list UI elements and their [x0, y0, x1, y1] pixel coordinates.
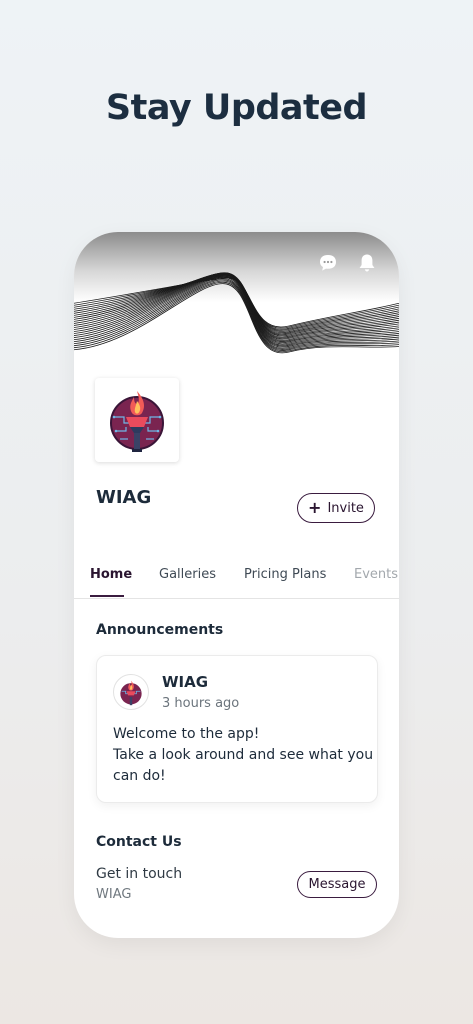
- page-headline: Stay Updated: [105, 88, 368, 128]
- contact-title: Contact Us: [96, 834, 182, 850]
- plus-icon: +: [308, 498, 322, 517]
- announcement-card[interactable]: WIAG 3 hours ago Welcome to the app! Tak…: [96, 655, 378, 803]
- post-line: Welcome to the app!: [113, 726, 260, 742]
- tab-events[interactable]: Events: [354, 567, 398, 582]
- group-name: WIAG: [96, 487, 152, 508]
- wave-line: [74, 281, 399, 353]
- tab-bar: Home Galleries Pricing Plans Events: [74, 558, 399, 599]
- tab-pricing-plans[interactable]: Pricing Plans: [244, 567, 326, 582]
- post-author: WIAG: [162, 673, 209, 691]
- post-body: Welcome to the app! Take a look around a…: [113, 724, 374, 787]
- avatar: [113, 674, 149, 710]
- contact-label: Get in touch: [96, 866, 183, 882]
- group-logo: [95, 378, 179, 462]
- chat-bubble-icon[interactable]: [317, 252, 339, 274]
- contact-name: WIAG: [96, 887, 132, 902]
- invite-button[interactable]: + Invite: [297, 493, 375, 523]
- post-timestamp: 3 hours ago: [162, 696, 240, 711]
- post-line: can do!: [113, 768, 166, 784]
- torch-logo-icon: [120, 680, 142, 705]
- tab-galleries[interactable]: Galleries: [159, 567, 216, 582]
- post-line: Take a look around and see what you: [113, 747, 374, 763]
- torch-logo-icon: [110, 391, 164, 452]
- message-button[interactable]: Message: [297, 871, 377, 898]
- active-tab-indicator: [90, 595, 124, 597]
- invite-button-label: Invite: [327, 500, 364, 516]
- announcements-title: Announcements: [96, 622, 224, 638]
- tab-home[interactable]: Home: [90, 567, 132, 582]
- phone-screen: WIAG + Invite Home Galleries Pricing Pla…: [74, 232, 399, 938]
- bell-icon[interactable]: [356, 252, 378, 274]
